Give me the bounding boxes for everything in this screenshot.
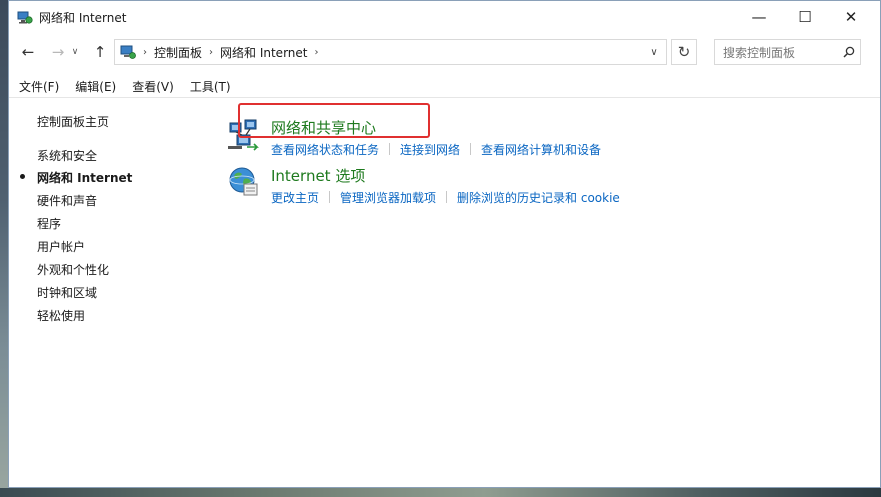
desktop-taskbar-edge xyxy=(0,488,881,497)
recent-locations-button[interactable]: ∨ xyxy=(68,41,82,63)
title-bar[interactable]: 网络和 Internet — ☐ ✕ xyxy=(9,1,880,32)
sidebar-item-network-internet[interactable]: 网络和 Internet xyxy=(37,169,132,186)
search-placeholder: 搜索控制面板 xyxy=(723,45,796,60)
up-button[interactable]: ↑ xyxy=(89,41,111,63)
link-manage-addons[interactable]: 管理浏览器加载项 xyxy=(340,191,436,205)
back-button[interactable]: ← xyxy=(17,41,39,63)
category-title-internet-options[interactable]: Internet 选项 xyxy=(271,165,365,186)
sidebar-item-home[interactable]: 控制面板主页 xyxy=(37,113,109,130)
sidebar-item-ease-of-access[interactable]: 轻松使用 xyxy=(37,307,85,324)
menu-view[interactable]: 查看(V) xyxy=(132,78,174,95)
search-input[interactable]: 搜索控制面板 xyxy=(714,39,861,65)
breadcrumb-network-internet[interactable]: 网络和 Internet xyxy=(220,44,307,61)
category-links-internet-options: 更改主页 管理浏览器加载项 删除浏览的历史记录和 cookie xyxy=(271,189,620,206)
search-icon[interactable] xyxy=(838,41,860,63)
highlight-annotation xyxy=(238,103,430,138)
close-button[interactable]: ✕ xyxy=(828,1,874,32)
desktop-background xyxy=(0,0,8,497)
crumb-separator-icon[interactable]: › xyxy=(209,47,213,58)
link-divider xyxy=(470,143,472,155)
sidebar-item-appearance[interactable]: 外观和个性化 xyxy=(37,261,109,278)
window-title: 网络和 Internet xyxy=(39,11,127,25)
menu-tools[interactable]: 工具(T) xyxy=(190,78,231,95)
refresh-button[interactable]: ↻ xyxy=(671,39,697,65)
crumb-separator-icon[interactable]: › xyxy=(314,47,318,58)
link-divider xyxy=(446,191,448,203)
sidebar-item-hardware-sound[interactable]: 硬件和声音 xyxy=(37,192,97,209)
link-view-network-computers[interactable]: 查看网络计算机和设备 xyxy=(481,143,601,157)
link-connect-to-network[interactable]: 连接到网络 xyxy=(400,143,460,157)
internet-globe-icon[interactable] xyxy=(227,165,261,199)
sidebar-item-clock-region[interactable]: 时钟和区域 xyxy=(37,284,97,301)
breadcrumb-control-panel[interactable]: 控制面板 xyxy=(154,44,202,61)
control-panel-icon xyxy=(120,45,136,59)
crumb-separator-icon: › xyxy=(143,46,147,58)
menu-file[interactable]: 文件(F) xyxy=(19,78,59,95)
menu-bar: 文件(F) 编辑(E) 查看(V) 工具(T) xyxy=(9,76,880,96)
sidebar-item-system-security[interactable]: 系统和安全 xyxy=(37,147,97,164)
sidebar-item-user-accounts[interactable]: 用户帐户 xyxy=(37,238,85,255)
menu-edit[interactable]: 编辑(E) xyxy=(75,78,116,95)
address-bar[interactable]: › 控制面板 › 网络和 Internet › ∨ xyxy=(114,39,667,65)
link-view-network-status[interactable]: 查看网络状态和任务 xyxy=(271,143,379,157)
menu-divider xyxy=(9,97,880,98)
maximize-button[interactable]: ☐ xyxy=(782,1,828,32)
address-dropdown-button[interactable]: ∨ xyxy=(642,40,666,64)
current-item-bullet-icon xyxy=(20,174,25,179)
minimize-button[interactable]: — xyxy=(736,1,782,32)
link-divider xyxy=(389,143,391,155)
category-links-network-sharing: 查看网络状态和任务 连接到网络 查看网络计算机和设备 xyxy=(271,141,601,158)
control-panel-window: 网络和 Internet — ☐ ✕ ← → ∨ ↑ › 控制面板 › 网络和 … xyxy=(8,0,881,488)
link-divider xyxy=(329,191,331,203)
network-window-icon xyxy=(17,11,33,24)
sidebar-item-programs[interactable]: 程序 xyxy=(37,215,61,232)
link-delete-history[interactable]: 删除浏览的历史记录和 cookie xyxy=(457,191,620,205)
link-change-homepage[interactable]: 更改主页 xyxy=(271,191,319,205)
forward-button[interactable]: → xyxy=(47,41,69,63)
